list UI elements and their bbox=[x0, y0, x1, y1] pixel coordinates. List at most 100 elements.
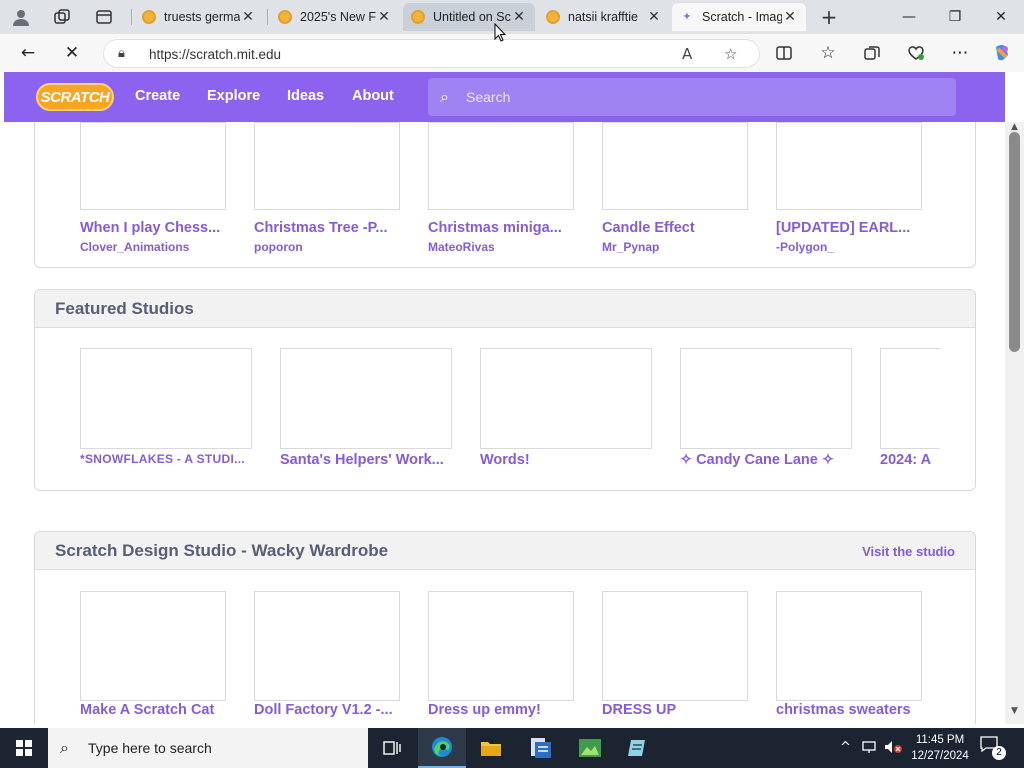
studio-title[interactable]: ✧ Candy Cane Lane ✧ bbox=[680, 452, 854, 468]
project-thumbnail[interactable] bbox=[80, 122, 226, 210]
studio-title[interactable]: 2024: A bbox=[880, 452, 932, 468]
project-title[interactable]: DRESS UP bbox=[602, 702, 752, 718]
project-thumbnail[interactable] bbox=[602, 591, 748, 701]
project-title[interactable]: Christmas Tree -P... bbox=[254, 220, 404, 236]
visit-studio-link[interactable]: Visit the studio bbox=[862, 544, 955, 559]
tab-actions-icon[interactable] bbox=[93, 6, 115, 28]
tab-title: natsii krafftie bbox=[568, 10, 638, 24]
taskbar-search-input[interactable]: ⌕ Type here to search bbox=[48, 728, 368, 768]
project-thumbnail[interactable] bbox=[776, 591, 922, 701]
section-title: Scratch Design Studio - Wacky Wardrobe bbox=[55, 541, 389, 560]
browser-tab[interactable]: Untitled on Sc ✕ bbox=[403, 3, 535, 31]
studio-thumbnail[interactable] bbox=[280, 348, 452, 449]
split-screen-icon[interactable] bbox=[771, 41, 797, 65]
taskbar-search-placeholder: Type here to search bbox=[88, 740, 212, 756]
project-title[interactable]: Candle Effect bbox=[602, 220, 752, 236]
project-author[interactable]: poporon bbox=[254, 240, 303, 254]
nav-explore[interactable]: Explore bbox=[207, 88, 260, 104]
copilot-icon[interactable] bbox=[989, 41, 1015, 65]
project-thumbnail[interactable] bbox=[428, 591, 574, 701]
project-title[interactable]: [UPDATED] EARL... bbox=[776, 220, 926, 236]
search-icon: ⌕ bbox=[60, 738, 69, 757]
browser-tab[interactable]: 2025's New Fr ✕ bbox=[270, 3, 400, 31]
favorites-icon[interactable]: ☆ bbox=[815, 41, 841, 65]
browser-tab-active[interactable]: ✦ Scratch - Imag ✕ bbox=[672, 3, 806, 31]
project-thumbnail[interactable] bbox=[254, 591, 400, 701]
image-app-icon[interactable] bbox=[566, 728, 614, 768]
scrollbar-thumb[interactable] bbox=[1009, 132, 1020, 352]
scratch-search-input[interactable]: ⌕ Search bbox=[428, 78, 956, 116]
browser-tab[interactable]: truests germa ✕ bbox=[134, 3, 264, 31]
project-thumbnail[interactable] bbox=[776, 122, 922, 210]
browser-essentials-icon[interactable] bbox=[903, 41, 929, 65]
project-thumbnail[interactable] bbox=[428, 122, 574, 210]
close-tab-icon[interactable]: ✕ bbox=[240, 9, 256, 25]
scroll-down-icon[interactable]: ▼ bbox=[1005, 706, 1024, 718]
studio-title[interactable]: Words! bbox=[480, 452, 654, 468]
project-thumbnail[interactable] bbox=[80, 591, 226, 701]
file-explorer-icon[interactable] bbox=[467, 728, 515, 768]
studio-thumbnail[interactable] bbox=[680, 348, 852, 449]
minimize-icon[interactable]: — bbox=[886, 4, 932, 30]
project-author[interactable]: Mr_Pynap bbox=[602, 240, 659, 254]
project-title[interactable]: Dress up emmy! bbox=[428, 702, 578, 718]
close-tab-icon[interactable]: ✕ bbox=[376, 9, 392, 25]
browser-tab[interactable]: natsii krafftie ✕ bbox=[538, 3, 670, 31]
restore-icon[interactable]: ❐ bbox=[932, 4, 978, 30]
url-text[interactable]: https://scratch.mit.edu bbox=[149, 47, 281, 62]
nav-ideas[interactable]: Ideas bbox=[287, 88, 324, 104]
lock-icon[interactable]: 🔒︎ bbox=[118, 46, 125, 61]
start-button[interactable] bbox=[0, 728, 48, 768]
more-options-icon[interactable]: ⋯ bbox=[947, 41, 973, 65]
notifications-icon[interactable]: 2 bbox=[980, 736, 1006, 760]
edge-browser-icon[interactable] bbox=[418, 728, 466, 768]
task-view-icon[interactable] bbox=[368, 728, 416, 768]
chevron-up-icon[interactable]: ^ bbox=[840, 740, 851, 755]
bitcoin-icon bbox=[546, 10, 560, 24]
scratch-logo[interactable]: SCRATCH bbox=[36, 83, 114, 111]
close-tab-icon[interactable]: ✕ bbox=[646, 9, 662, 25]
read-aloud-icon[interactable]: A bbox=[682, 45, 692, 63]
featured-studios-section: Featured Studios *SNOWFLAKES - A STUDI..… bbox=[34, 289, 976, 491]
project-row-section: When I play Chess... Clover_Animations C… bbox=[34, 122, 976, 268]
project-title[interactable]: When I play Chess... bbox=[80, 220, 230, 236]
stop-loading-icon[interactable]: ✕ bbox=[59, 41, 85, 65]
bitcoin-icon bbox=[411, 10, 425, 24]
document-app-icon[interactable] bbox=[516, 728, 564, 768]
section-header: Scratch Design Studio - Wacky Wardrobe V… bbox=[35, 532, 975, 570]
notes-app-icon[interactable] bbox=[614, 728, 662, 768]
network-icon[interactable] bbox=[862, 740, 878, 758]
studio-thumbnail[interactable] bbox=[480, 348, 652, 449]
bitcoin-icon bbox=[278, 10, 292, 24]
new-tab-icon[interactable]: + bbox=[818, 5, 840, 29]
back-arrow-icon[interactable]: ← bbox=[15, 41, 41, 65]
studio-title[interactable]: *SNOWFLAKES - A STUDI... bbox=[80, 452, 254, 466]
close-tab-icon[interactable]: ✕ bbox=[782, 9, 798, 25]
nav-about[interactable]: About bbox=[352, 88, 394, 104]
project-thumbnail[interactable] bbox=[254, 122, 400, 210]
collections-icon[interactable] bbox=[859, 41, 885, 65]
project-title[interactable]: Doll Factory V1.2 -... bbox=[254, 702, 404, 718]
close-window-icon[interactable]: ✕ bbox=[978, 4, 1024, 30]
tab-title: Untitled on Sc bbox=[433, 10, 511, 24]
workspaces-icon[interactable] bbox=[51, 6, 73, 28]
page-scrollbar[interactable]: ▲ ▼ bbox=[1005, 122, 1024, 724]
project-author[interactable]: MateoRivas bbox=[428, 240, 495, 254]
project-author[interactable]: Clover_Animations bbox=[80, 240, 189, 254]
profile-icon[interactable] bbox=[10, 6, 32, 28]
address-bar[interactable]: 🔒︎ https://scratch.mit.edu A ☆ bbox=[103, 39, 760, 68]
project-author[interactable]: -Polygon_ bbox=[776, 240, 834, 254]
mouse-cursor-icon bbox=[494, 23, 506, 42]
system-clock[interactable]: 11:45 PM 12/27/2024 bbox=[906, 732, 974, 764]
studio-thumbnail[interactable] bbox=[80, 348, 252, 449]
studio-thumbnail[interactable] bbox=[880, 348, 940, 449]
project-title[interactable]: Christmas miniga... bbox=[428, 220, 578, 236]
favorite-star-icon[interactable]: ☆ bbox=[724, 45, 737, 63]
nav-create[interactable]: Create bbox=[135, 88, 180, 104]
close-tab-icon[interactable]: ✕ bbox=[511, 9, 527, 25]
volume-muted-icon[interactable] bbox=[884, 740, 902, 758]
project-title[interactable]: Make A Scratch Cat bbox=[80, 702, 230, 718]
project-thumbnail[interactable] bbox=[602, 122, 748, 210]
studio-title[interactable]: Santa's Helpers' Work... bbox=[280, 452, 454, 468]
project-title[interactable]: christmas sweaters bbox=[776, 702, 926, 718]
